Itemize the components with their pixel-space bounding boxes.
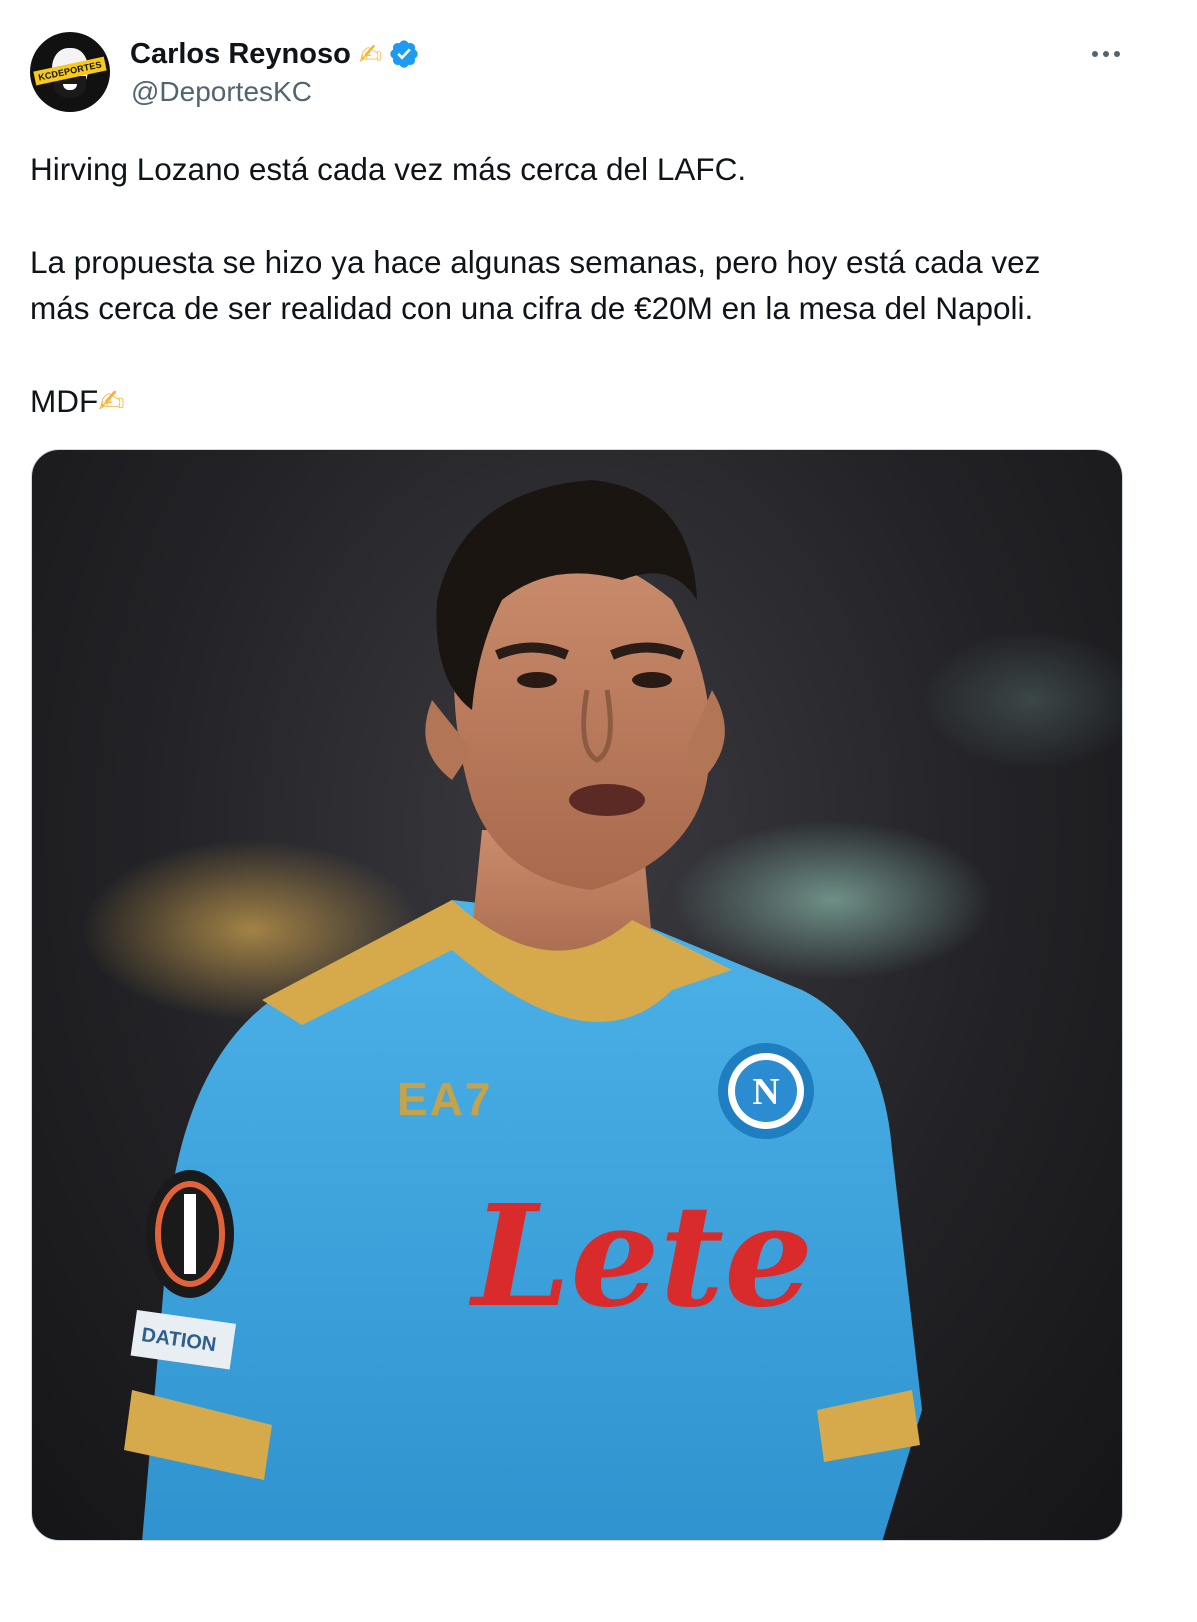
player-eye bbox=[517, 672, 557, 688]
tweet-signature: MDF✍ bbox=[30, 378, 1140, 424]
player-eye bbox=[632, 672, 672, 688]
writing-hand-emoji: ✍ bbox=[98, 383, 125, 419]
player-photo: N EA7 Lete DATION bbox=[82, 480, 1122, 1540]
more-dots-icon bbox=[1092, 51, 1120, 57]
tweet-media-photo[interactable]: N EA7 Lete DATION bbox=[31, 449, 1123, 1541]
crest-letter: N bbox=[752, 1071, 779, 1113]
author-name-row: Carlos Reynoso ✍ bbox=[130, 36, 420, 72]
author-handle[interactable]: @DeportesKC bbox=[131, 76, 312, 108]
tweet-text-line: Hirving Lozano está cada vez más cerca d… bbox=[30, 151, 747, 187]
verified-badge-icon[interactable] bbox=[388, 38, 420, 70]
jersey-crest: N bbox=[718, 1043, 814, 1139]
tweet-body: Hirving Lozano está cada vez más cerca d… bbox=[30, 146, 1140, 424]
tweet-text-line: La propuesta se hizo ya hace algunas sem… bbox=[30, 244, 1041, 280]
more-options-button[interactable] bbox=[1082, 34, 1130, 74]
jersey-brand-logo: EA7 bbox=[397, 1073, 492, 1125]
author-display-name[interactable]: Carlos Reynoso bbox=[130, 38, 351, 71]
bokeh-light bbox=[922, 630, 1122, 770]
jersey-sponsor-logo: Lete bbox=[468, 1175, 813, 1339]
sleeve-badge bbox=[146, 1170, 234, 1298]
tweet-card: KCDEPORTES Carlos Reynoso ✍ @DeportesKC … bbox=[0, 0, 1197, 1622]
author-avatar[interactable]: KCDEPORTES bbox=[30, 32, 110, 112]
signature-text: MDF bbox=[30, 383, 99, 419]
tweet-text-line: más cerca de ser realidad con una cifra … bbox=[30, 290, 1034, 326]
writing-hand-emoji: ✍ bbox=[358, 38, 383, 70]
player-mouth bbox=[569, 784, 645, 816]
bokeh-light bbox=[672, 820, 992, 980]
